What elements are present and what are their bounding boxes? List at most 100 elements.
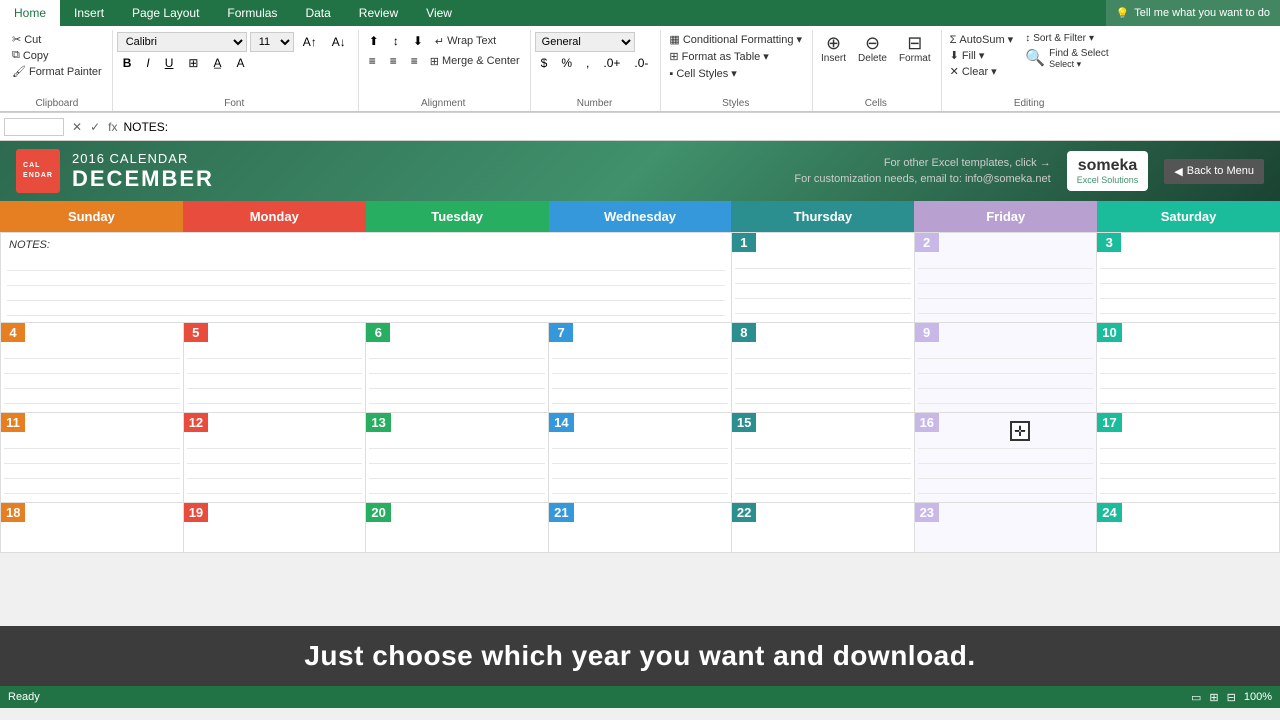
insert-button[interactable]: ⊕ Insert [817, 32, 850, 66]
sort-filter-button[interactable]: ↕ Sort & Filter▾ [1021, 32, 1112, 45]
number-format-select[interactable]: General [535, 32, 635, 52]
spreadsheet-area: CALENDAR 2016 CALENDAR DECEMBER For othe… [0, 141, 1280, 686]
calendar-cell-dec-3[interactable]: 3 [1097, 233, 1280, 323]
merge-icon: ⊞ [430, 55, 439, 68]
alignment-label: Alignment [363, 96, 524, 109]
tab-insert[interactable]: Insert [60, 0, 118, 26]
copy-button[interactable]: ⧉ Copy [8, 48, 106, 63]
calendar-cell-dec-22[interactable]: 22 [732, 503, 915, 553]
delete-button[interactable]: ⊖ Delete [854, 32, 891, 66]
cell-styles-button[interactable]: ▪ Cell Styles▾ [665, 66, 740, 81]
tab-formulas[interactable]: Formulas [213, 0, 291, 26]
calendar-week-2: 4 5 6 7 8 9 10 [0, 323, 1280, 413]
number-group: General $ % , .0+ .0- Number [531, 30, 662, 111]
align-top-button[interactable]: ⬆ [363, 32, 385, 50]
calendar-cell-dec-17[interactable]: 17 [1097, 413, 1280, 503]
format-as-table-button[interactable]: ⊞ Format as Table▾ [665, 49, 772, 64]
notes-cell[interactable]: NOTES: [1, 233, 732, 323]
comma-button[interactable]: , [580, 54, 595, 72]
normal-view-icon[interactable]: ▭ [1191, 691, 1201, 704]
clear-button[interactable]: ✕ Clear▾ [946, 64, 1018, 79]
number-label: Number [535, 96, 655, 109]
cut-button[interactable]: ✂ Cut [8, 32, 106, 47]
calendar-cell-dec-7[interactable]: 7 [549, 323, 732, 413]
fill-button[interactable]: ⬇ Fill▾ [946, 48, 1018, 63]
page-layout-view-icon[interactable]: ⊞ [1209, 691, 1218, 704]
percent-button[interactable]: % [555, 54, 578, 72]
date-5: 5 [184, 323, 208, 342]
increase-font-button[interactable]: A↑ [297, 33, 323, 51]
underline-button[interactable]: U [159, 54, 180, 72]
calendar-cell-dec-18[interactable]: 18 [1, 503, 184, 553]
decrease-decimal-button[interactable]: .0- [628, 54, 654, 72]
calendar-cell-dec-20[interactable]: 20 [366, 503, 549, 553]
date-4: 4 [1, 323, 25, 342]
date-16: 16 [915, 413, 939, 432]
calendar-cell-dec-9[interactable]: 9 [915, 323, 1098, 413]
back-to-menu-button[interactable]: ◀ Back to Menu [1164, 159, 1264, 184]
cancel-formula-icon[interactable]: ✕ [68, 120, 86, 134]
tab-home[interactable]: Home [0, 0, 60, 26]
accounting-button[interactable]: $ [535, 54, 554, 72]
formula-input[interactable] [121, 118, 1276, 136]
italic-button[interactable]: I [140, 54, 155, 72]
date-7: 7 [549, 323, 573, 342]
calendar-cell-dec-14[interactable]: 14 [549, 413, 732, 503]
calendar-cell-dec-19[interactable]: 19 [184, 503, 367, 553]
date-12: 12 [184, 413, 208, 432]
date-20: 20 [366, 503, 390, 522]
tab-page-layout[interactable]: Page Layout [118, 0, 213, 26]
calendar-cell-dec-6[interactable]: 6 [366, 323, 549, 413]
increase-decimal-button[interactable]: .0+ [597, 54, 626, 72]
calendar-cell-dec-23[interactable]: 23 [915, 503, 1098, 553]
font-size-select[interactable]: 11 [250, 32, 294, 52]
confirm-formula-icon[interactable]: ✓ [86, 120, 104, 134]
calendar-cell-dec-11[interactable]: 11 [1, 413, 184, 503]
align-middle-button[interactable]: ↕ [387, 32, 405, 50]
table-icon: ⊞ [669, 50, 678, 63]
cell-reference-input[interactable] [4, 118, 64, 136]
calendar-cell-dec-5[interactable]: 5 [184, 323, 367, 413]
align-left-button[interactable]: ≡ [363, 52, 382, 70]
calendar-cell-dec-1[interactable]: 1 [732, 233, 915, 323]
bold-button[interactable]: B [117, 54, 138, 72]
calendar-cell-dec-24[interactable]: 24 [1097, 503, 1280, 553]
calendar-cell-dec-21[interactable]: 21 [549, 503, 732, 553]
calendar-week-1: NOTES: 1 2 [0, 232, 1280, 323]
find-select-button[interactable]: 🔍 Find & Select Select ▾ [1021, 46, 1112, 72]
autosum-button[interactable]: Σ AutoSum▾ [946, 32, 1018, 47]
merge-center-button[interactable]: ⊞ Merge & Center [426, 52, 524, 70]
clipboard-group: ✂ Cut ⧉ Copy 🖌 Format Painter Clipboard [4, 30, 113, 111]
notes-label: NOTES: [4, 236, 728, 254]
align-center-button[interactable]: ≡ [384, 52, 403, 70]
calendar-cell-dec-12[interactable]: 12 [184, 413, 367, 503]
tab-data[interactable]: Data [291, 0, 344, 26]
calendar-cell-dec-4[interactable]: 4 [1, 323, 184, 413]
border-button[interactable]: ⊞ [182, 54, 204, 72]
calendar-cell-dec-15[interactable]: 15 [732, 413, 915, 503]
calendar-cell-dec-13[interactable]: 13 [366, 413, 549, 503]
calendar-cell-dec-10[interactable]: 10 [1097, 323, 1280, 413]
format-painter-icon: 🖌 [12, 65, 26, 78]
calendar-cell-dec-2[interactable]: 2 [915, 233, 1098, 323]
format-painter-button[interactable]: 🖌 Format Painter [8, 64, 106, 79]
status-bar: Ready ▭ ⊞ ⊟ 100% [0, 686, 1280, 708]
font-family-select[interactable]: Calibri [117, 32, 247, 52]
calendar-cell-dec-16[interactable]: 16 [915, 413, 1098, 503]
page-break-view-icon[interactable]: ⊟ [1227, 691, 1236, 704]
fill-color-button[interactable]: A̲ [207, 54, 227, 72]
find-icon: 🔍 [1025, 51, 1045, 67]
calendar-cell-dec-8[interactable]: 8 [732, 323, 915, 413]
align-right-button[interactable]: ≡ [405, 52, 424, 70]
align-bottom-button[interactable]: ⬇ [407, 32, 429, 50]
date-17: 17 [1097, 413, 1121, 432]
tab-review[interactable]: Review [345, 0, 412, 26]
conditional-formatting-button[interactable]: ▦ Conditional Formatting▾ [665, 32, 806, 47]
insert-function-icon[interactable]: fx [104, 120, 121, 134]
wrap-text-button[interactable]: ↵ Wrap Text [431, 32, 500, 50]
date-19: 19 [184, 503, 208, 522]
format-button[interactable]: ⊟ Format [895, 32, 935, 66]
tab-view[interactable]: View [412, 0, 466, 26]
decrease-font-button[interactable]: A↓ [326, 33, 352, 51]
font-color-button[interactable]: A [230, 54, 250, 72]
